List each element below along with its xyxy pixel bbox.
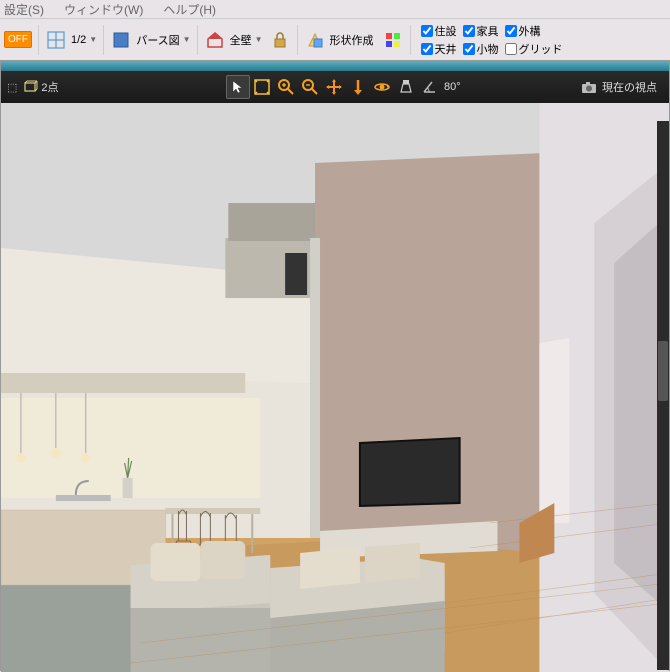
angle-value: 80° xyxy=(444,81,461,93)
perspective-dropdown[interactable]: パース図 ▼ xyxy=(110,29,190,51)
chevron-down-icon: ▼ xyxy=(89,35,97,44)
divider xyxy=(297,25,298,55)
select-tool[interactable] xyxy=(226,75,250,99)
check-equipment[interactable]: 住設 xyxy=(421,23,457,39)
vertical-scrollbar[interactable] xyxy=(657,121,669,670)
3d-viewport[interactable] xyxy=(1,103,669,672)
perspective-2point-button[interactable]: 2点 xyxy=(23,79,58,95)
shape-label: 形状作成 xyxy=(330,32,374,48)
divider xyxy=(38,25,39,55)
menu-bar: 設定(S) ウィンドウ(W) ヘルプ(H) xyxy=(0,0,670,18)
scale-label: 1/2 xyxy=(71,34,86,46)
divider xyxy=(410,25,411,55)
diagram-type-icon[interactable]: ⬚ xyxy=(7,81,17,94)
snap-off-button[interactable]: OFF xyxy=(4,31,32,48)
light-tool[interactable] xyxy=(394,75,418,99)
chevron-down-icon: ▼ xyxy=(183,35,191,44)
check-ceiling[interactable]: 天井 xyxy=(421,41,457,57)
grid-scale-dropdown[interactable]: 1/2 ▼ xyxy=(45,29,97,51)
viewport-container: ⬚ 2点 xyxy=(0,60,670,671)
divider xyxy=(197,25,198,55)
down-tool[interactable] xyxy=(346,75,370,99)
allwalls-label: 全壁 xyxy=(230,32,252,48)
perspective-label: パース図 xyxy=(136,32,179,48)
viewport-toolbar: ⬚ 2点 xyxy=(1,71,669,103)
menu-settings[interactable]: 設定(S) xyxy=(4,1,44,18)
shape-create-button[interactable]: 形状作成 xyxy=(304,29,374,51)
zoom-out-tool[interactable] xyxy=(298,75,322,99)
camera-icon xyxy=(580,80,598,94)
house-icon xyxy=(204,29,226,51)
box-icon xyxy=(23,80,39,94)
angle-tool[interactable] xyxy=(418,75,442,99)
divider xyxy=(103,25,104,55)
viewport-title-bar xyxy=(1,61,669,71)
check-furniture[interactable]: 家具 xyxy=(463,23,499,39)
zoom-in-tool[interactable] xyxy=(274,75,298,99)
menu-help[interactable]: ヘルプ(H) xyxy=(163,1,216,18)
main-toolbar: OFF 1/2 ▼ パース図 ▼ 全壁 ▼ 形状作成 住設 家具 xyxy=(0,18,670,60)
scrollbar-thumb[interactable] xyxy=(658,341,668,401)
perspective-icon xyxy=(110,29,132,51)
chevron-down-icon: ▼ xyxy=(255,35,263,44)
check-accessories[interactable]: 小物 xyxy=(463,41,499,57)
visibility-checkboxes: 住設 家具 外構 天井 小物 グリッド xyxy=(421,23,563,57)
check-grid[interactable]: グリッド xyxy=(505,41,563,57)
grid-icon xyxy=(45,29,67,51)
check-exterior[interactable]: 外構 xyxy=(505,23,563,39)
fit-view-tool[interactable] xyxy=(250,75,274,99)
orbit-tool[interactable] xyxy=(370,75,394,99)
shape-icon xyxy=(304,29,326,51)
pan-tool[interactable] xyxy=(322,75,346,99)
lock-icon[interactable] xyxy=(269,29,291,51)
allwalls-dropdown[interactable]: 全壁 ▼ xyxy=(204,29,263,51)
color-palette-icon[interactable] xyxy=(382,29,404,51)
menu-window[interactable]: ウィンドウ(W) xyxy=(64,1,143,18)
viewpoint-button[interactable]: 現在の視点 xyxy=(580,79,657,95)
